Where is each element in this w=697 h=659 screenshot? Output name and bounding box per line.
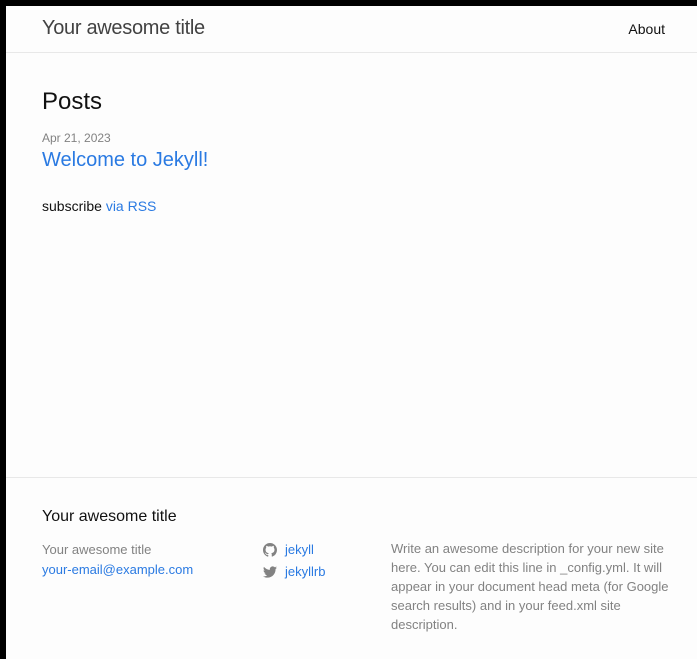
- site-footer: Your awesome title Your awesome title yo…: [6, 477, 697, 659]
- social-item-github: jekyll: [263, 539, 325, 561]
- page-heading: Posts: [42, 88, 103, 115]
- rss-link[interactable]: via RSS: [106, 198, 157, 214]
- footer-description: Write an awesome description for your ne…: [391, 541, 669, 632]
- footer-site-name: Your awesome title: [42, 542, 152, 557]
- site-header: Your awesome title About: [6, 6, 697, 53]
- github-icon: [263, 543, 277, 557]
- footer-social-list: jekyll jekyllrb: [263, 539, 325, 583]
- post-title-link[interactable]: Welcome to Jekyll!: [42, 149, 208, 172]
- nav-link-about[interactable]: About: [628, 21, 665, 37]
- browser-viewport: Your awesome title About Posts Apr 21, 2…: [6, 6, 697, 659]
- post-list-item: Apr 21, 2023 Welcome to Jekyll!: [42, 131, 661, 172]
- twitter-icon: [263, 566, 277, 578]
- site-title-link[interactable]: Your awesome title: [42, 17, 205, 40]
- footer-email-link[interactable]: your-email@example.com: [42, 562, 193, 577]
- post-date: Apr 21, 2023: [42, 131, 111, 145]
- twitter-username-link[interactable]: jekyllrb: [285, 561, 325, 583]
- rss-prefix: subscribe: [42, 198, 102, 214]
- github-username-link[interactable]: jekyll: [285, 539, 314, 561]
- footer-contact-list: Your awesome title your-email@example.co…: [42, 540, 193, 580]
- social-item-twitter: jekyllrb: [263, 561, 325, 583]
- post-list: Apr 21, 2023 Welcome to Jekyll!: [42, 131, 661, 172]
- footer-heading: Your awesome title: [42, 508, 177, 525]
- page-content: Posts Apr 21, 2023 Welcome to Jekyll! su…: [6, 53, 697, 477]
- rss-subscribe: subscribe via RSS: [42, 198, 661, 214]
